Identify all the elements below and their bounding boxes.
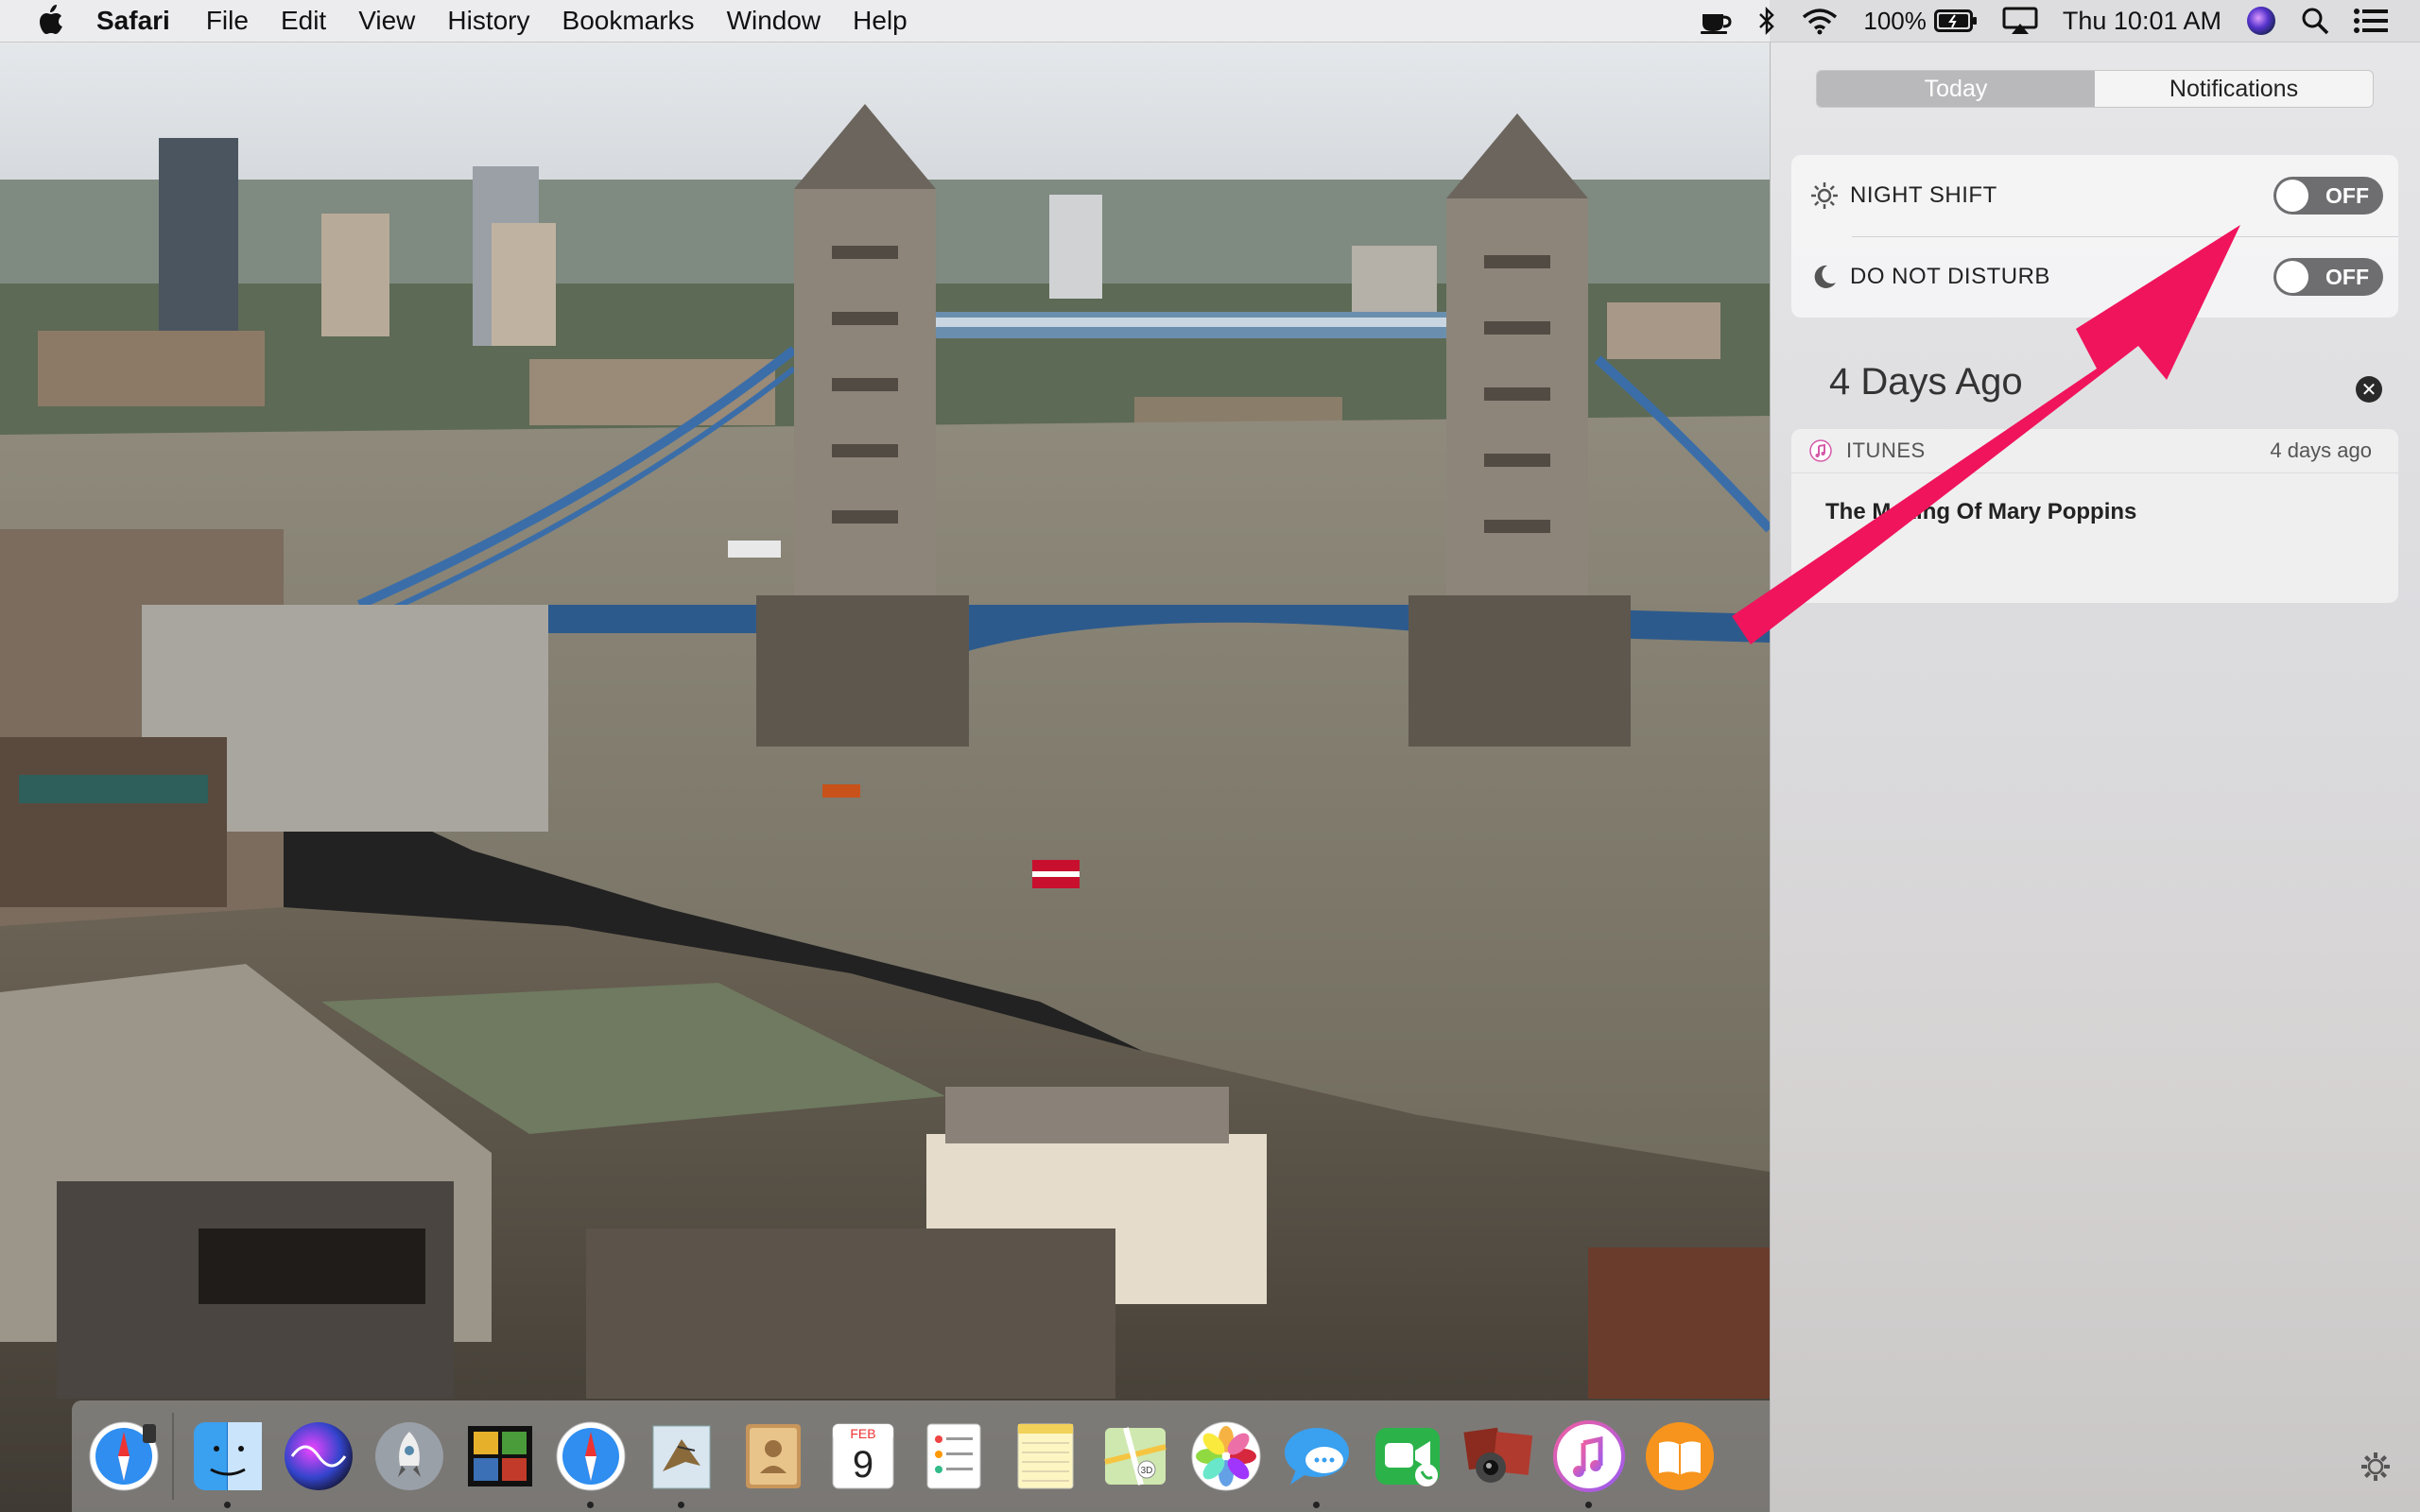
running-indicator <box>587 1502 594 1508</box>
bluetooth-icon[interactable] <box>1757 6 1776 36</box>
dock-photo-booth[interactable] <box>461 1418 539 1495</box>
do-not-disturb-row: DO NOT DISTURB OFF <box>1791 236 2398 318</box>
airplay-icon[interactable] <box>2002 7 2038 35</box>
desktop-wallpaper <box>0 0 1770 1512</box>
dock-photos[interactable] <box>1187 1418 1265 1495</box>
dock-safari-technology-preview[interactable] <box>85 1418 163 1495</box>
apple-icon[interactable] <box>36 5 66 36</box>
tab-today[interactable]: Today <box>1817 71 2095 107</box>
gear-icon[interactable] <box>2359 1450 2393 1484</box>
menu-history[interactable]: History <box>447 6 529 36</box>
notification-body: The Making Of Mary Poppins <box>1825 499 2137 524</box>
music-note-icon <box>1808 438 1833 463</box>
close-icon: ✕ <box>2360 379 2377 401</box>
dock-calendar[interactable]: FEB 9 <box>824 1418 902 1495</box>
quick-toggles: NIGHT SHIFT OFF DO NOT DISTURB OFF <box>1791 155 2398 318</box>
wallpaper-image <box>0 0 1770 1512</box>
dock-siri[interactable] <box>280 1418 357 1495</box>
notification-card[interactable]: ITUNES 4 days ago The Making Of Mary Pop… <box>1791 429 2398 603</box>
sun-icon <box>1808 180 1841 212</box>
running-indicator <box>678 1502 684 1508</box>
tab-notifications[interactable]: Notifications <box>2095 71 2373 107</box>
dock-photo-gallery[interactable] <box>1460 1418 1537 1495</box>
dock-safari[interactable] <box>552 1418 630 1508</box>
dock-maps[interactable]: 3D <box>1097 1418 1174 1495</box>
menu-window[interactable]: Window <box>727 6 821 36</box>
menu-clock[interactable]: Thu 10:01 AM <box>2063 7 2221 36</box>
battery-icon[interactable] <box>1933 9 1978 33</box>
siri-icon[interactable] <box>2246 6 2276 36</box>
menu-bar: Safari File Edit View History Bookmarks … <box>0 0 2420 43</box>
notification-header: ITUNES 4 days ago <box>1791 429 2398 473</box>
running-indicator <box>1313 1502 1320 1508</box>
clear-section-button[interactable]: ✕ <box>2356 376 2382 403</box>
night-shift-label: NIGHT SHIFT <box>1850 182 1997 208</box>
calendar-day: 9 <box>853 1444 873 1486</box>
notification-center-icon[interactable] <box>2354 8 2388 34</box>
calendar-month: FEB <box>850 1426 875 1441</box>
dock-finder[interactable] <box>189 1418 267 1508</box>
night-shift-row: NIGHT SHIFT OFF <box>1791 155 2398 237</box>
dock-notes[interactable] <box>1006 1418 1083 1495</box>
do-not-disturb-state: OFF <box>2325 264 2369 289</box>
dock-messages[interactable] <box>1278 1418 1356 1508</box>
status-menus: 100% Thu 10:01 AM <box>1699 0 2420 42</box>
menu-bookmarks[interactable]: Bookmarks <box>562 6 695 36</box>
svg-text:3D: 3D <box>1141 1466 1153 1476</box>
toggle-knob <box>2276 180 2308 212</box>
notification-app-name: ITUNES <box>1846 438 1926 462</box>
spotlight-search-icon[interactable] <box>2301 7 2329 35</box>
toggle-knob <box>2276 261 2308 293</box>
night-shift-toggle[interactable]: OFF <box>2273 177 2383 215</box>
menu-view[interactable]: View <box>358 6 415 36</box>
night-shift-state: OFF <box>2325 182 2369 208</box>
dock-itunes[interactable] <box>1550 1418 1628 1508</box>
menu-help[interactable]: Help <box>853 6 908 36</box>
dock-ibooks[interactable] <box>1641 1418 1719 1495</box>
do-not-disturb-label: DO NOT DISTURB <box>1850 264 2050 289</box>
nc-tab-control: Today Notifications <box>1816 70 2374 108</box>
notification-center-panel: Today Notifications NIGHT SHIFT OFF DO N… <box>1770 42 2420 1512</box>
do-not-disturb-toggle[interactable]: OFF <box>2273 258 2383 296</box>
menu-edit[interactable]: Edit <box>281 6 326 36</box>
dock-reminders[interactable] <box>915 1418 993 1495</box>
dock-facetime[interactable] <box>1369 1418 1446 1495</box>
menu-app-name[interactable]: Safari <box>96 6 170 36</box>
moon-icon <box>1808 261 1841 293</box>
dock-separator <box>172 1413 174 1500</box>
section-title: 4 Days Ago <box>1829 361 2023 403</box>
running-indicator <box>224 1502 231 1508</box>
dock: FEB 9 3D <box>72 1400 1792 1512</box>
dock-contacts[interactable] <box>734 1418 811 1495</box>
dock-mail[interactable] <box>643 1418 720 1508</box>
menu-file[interactable]: File <box>206 6 249 36</box>
coffee-cup-icon[interactable] <box>1699 7 1733 35</box>
notification-time: 4 days ago <box>2270 438 2372 462</box>
battery-percent[interactable]: 100% <box>1863 7 1927 36</box>
dock-launchpad[interactable] <box>371 1418 448 1495</box>
wifi-icon[interactable] <box>1801 7 1839 35</box>
running-indicator <box>1585 1502 1592 1508</box>
